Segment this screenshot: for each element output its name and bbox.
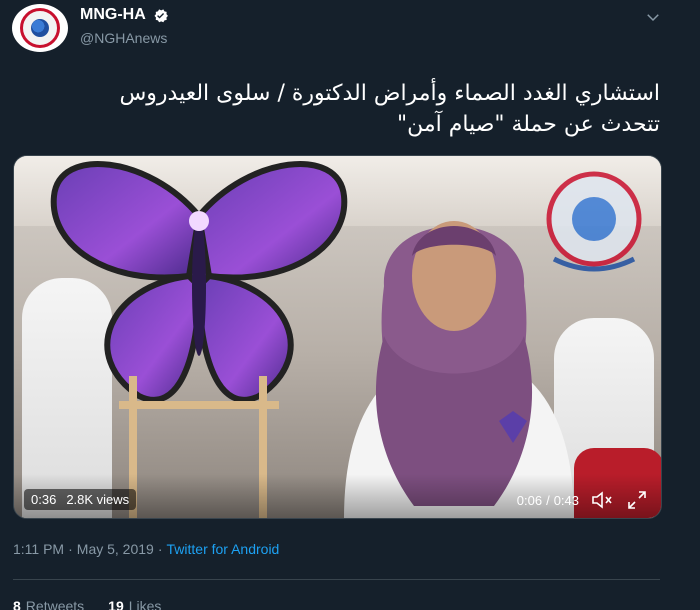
display-name[interactable]: MNG-HA	[80, 6, 146, 24]
elapsed-badge-time: 0:36	[31, 492, 57, 507]
current-time: 0:06	[516, 493, 543, 508]
likes-stat[interactable]: 19 Likes	[108, 598, 161, 610]
tweet-text: استشاري الغدد الصماء وأمراض الدكتورة / س…	[18, 78, 660, 140]
view-count: 2.8K views	[66, 492, 130, 507]
mngha-watermark	[546, 171, 642, 272]
fullscreen-icon[interactable]	[627, 490, 647, 510]
duration: 0:43	[553, 493, 579, 508]
retweets-stat[interactable]: 8 Retweets	[13, 598, 84, 610]
retweets-count: 8	[13, 598, 21, 610]
video-player[interactable]: 0:36 2.8K views 0:06 / 0:43	[13, 155, 662, 519]
tweet-meta: 1:11 PM · May 5, 2019 · Twitter for Andr…	[13, 541, 280, 557]
tweet-text-line: تتحدث عن حملة "صيام آمن"	[397, 112, 660, 137]
video-frame	[14, 156, 661, 518]
avatar[interactable]	[12, 4, 68, 52]
mngha-logo	[20, 8, 60, 48]
tweet-text-line: استشاري الغدد الصماء وأمراض الدكتورة / س…	[119, 81, 660, 106]
likes-count: 19	[108, 598, 124, 610]
video-controls: 0:36 2.8K views 0:06 / 0:43	[14, 474, 661, 518]
tweet-card: MNG-HA @NGHAnews استشاري الغدد الصماء وأ…	[0, 0, 700, 610]
divider	[13, 579, 660, 580]
tweet-date[interactable]: May 5, 2019	[77, 541, 154, 557]
retweets-label: Retweets	[25, 598, 85, 610]
mute-icon[interactable]	[591, 490, 615, 510]
verified-badge-icon	[154, 8, 168, 22]
author-row: MNG-HA	[80, 6, 169, 24]
tweet-source-link[interactable]: Twitter for Android	[167, 541, 280, 557]
playback-time: 0:06 / 0:43	[516, 493, 579, 508]
handle[interactable]: @NGHAnews	[80, 30, 167, 46]
engagement-stats: 8 Retweets 19 Likes	[13, 598, 161, 610]
likes-label: Likes	[128, 598, 162, 610]
views-badge: 0:36 2.8K views	[24, 489, 137, 510]
chevron-down-icon[interactable]	[644, 8, 662, 26]
tweet-time[interactable]: 1:11 PM	[13, 541, 64, 557]
